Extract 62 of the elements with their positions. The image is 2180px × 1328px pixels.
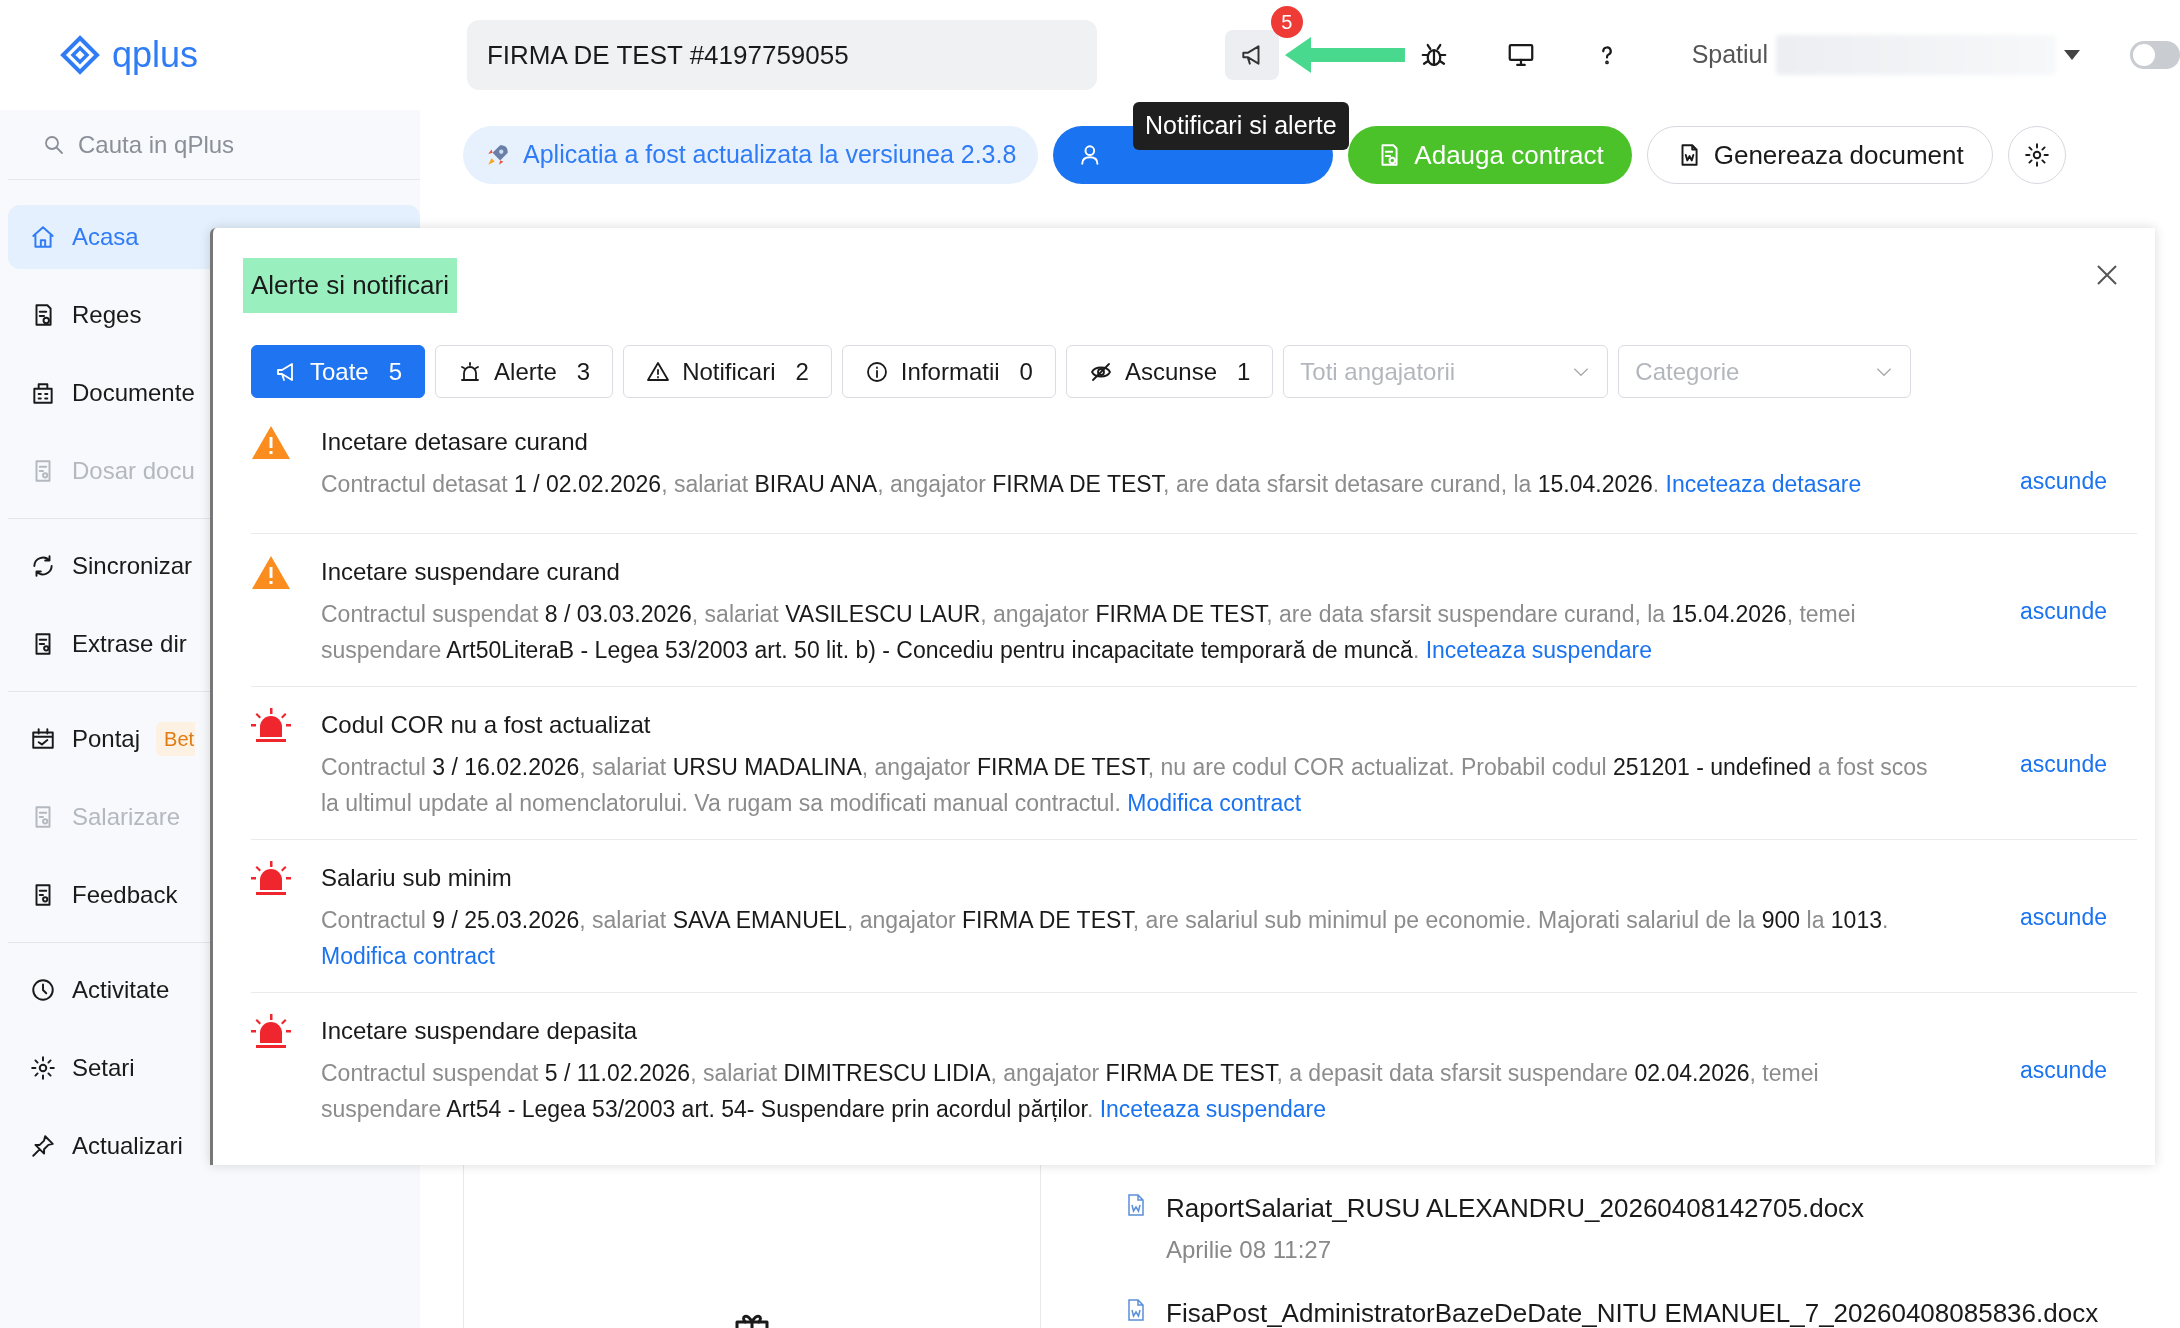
sidebar-item[interactable]: Extrase dir — [8, 612, 300, 676]
alert-title: Incetare detasare curand — [321, 427, 589, 457]
notification-badge: 5 — [1270, 6, 1303, 38]
rocket-icon — [485, 142, 511, 168]
workspace-label: Spatiul — [1691, 39, 1769, 71]
hide-link[interactable]: ascunde — [2020, 464, 2107, 499]
building-icon — [30, 380, 56, 406]
beta-badge: Bet — [156, 722, 196, 756]
siren-icon — [251, 1013, 291, 1049]
action-link[interactable]: Inceteaza detasare — [1665, 471, 1862, 497]
info-icon — [864, 359, 889, 384]
siren-icon — [251, 707, 291, 743]
alert-message: Contractul 9 / 25.03.2026, salariat SAVA EMANUEL, angajator FIRMA DE TEST, are salariul sub minimul pe economie. Majorati salariul de la 900 la 1013. Modifica contract — [321, 906, 1890, 971]
sidebar-item[interactable]: Pontaj Bet — [8, 707, 300, 771]
action-link[interactable]: Inceteaza suspendare — [1425, 637, 1652, 663]
clock-icon — [30, 977, 56, 1003]
sidebar-item[interactable]: Actualizari — [8, 1114, 300, 1178]
sidebar-item[interactable]: Sincronizar — [8, 534, 300, 598]
theme-toggle[interactable] — [2130, 41, 2180, 69]
sidebar-item[interactable]: Activitate — [8, 958, 300, 1022]
alert-title: Incetare suspendare curand — [321, 557, 621, 587]
hide-link[interactable]: ascunde — [2020, 594, 2107, 629]
sidebar-item[interactable]: Setari — [8, 1036, 300, 1100]
action-link[interactable]: Modifica contract — [321, 943, 495, 969]
company-selector[interactable]: FIRMA DE TEST #4197759055 — [466, 20, 1097, 90]
filter-tab[interactable]: Alerte 3 — [435, 345, 614, 398]
document-name[interactable]: RaportSalariat_RUSU ALEXANDRU_20260408142705.docx — [1166, 1189, 1865, 1228]
filter-tab[interactable]: Notificari 2 — [623, 345, 832, 398]
action-link[interactable]: Modifica contract — [1127, 790, 1302, 816]
alert-message: Contractul detasat 1 / 02.02.2026, salariat BIRAU ANA, angajator FIRMA DE TEST, are data sfarsit detasare curand, la 15.04.2026. Inceteaza detasare — [321, 470, 1863, 499]
warning-icon — [646, 359, 671, 384]
filter-tab[interactable]: Ascunse 1 — [1065, 345, 1274, 398]
tooltip: Notificari si alerte — [1133, 102, 1349, 150]
notifications-button[interactable] — [1224, 30, 1279, 80]
hide-link[interactable]: ascunde — [2020, 1053, 2107, 1088]
document-name[interactable]: FisaPost_AdministratorBazeDeDate_NITU EMANUEL_7_20260408085836.docx — [1166, 1294, 2099, 1328]
alert-title: Salariu sub minim — [321, 863, 513, 893]
modal-title: Alerte si notificari — [243, 258, 457, 313]
alert-title: Codul COR nu a fost actualizat — [321, 710, 652, 740]
hide-link[interactable]: ascunde — [2020, 900, 2107, 935]
pin-icon — [30, 1133, 56, 1159]
dropdown-caret-icon[interactable] — [2064, 50, 2080, 60]
logo-text: qplus — [112, 33, 199, 77]
logo-icon — [60, 35, 100, 75]
sync-icon — [30, 553, 56, 579]
alert-message: Contractul suspendat 8 / 03.03.2026, salariat VASILESCU LAUR, angajator FIRMA DE TEST, are data sfarsit suspendare curand, la 15.04.2026, temei suspendare Art50LiteraB - Legea 53/2003 art. 50 lit. b) - Concediu pentru incapacitate temporară de muncă. Inceteaza suspendare — [321, 600, 1857, 665]
warning-icon — [251, 554, 291, 590]
home-icon — [30, 224, 56, 250]
action-link[interactable]: Inceteaza suspendare — [1099, 1096, 1326, 1122]
sidebar-item[interactable]: Feedback — [8, 863, 300, 927]
calendar-check-icon — [30, 726, 56, 752]
filter-tab[interactable]: Informatii 0 — [841, 345, 1056, 398]
alert-message: Contractul suspendat 5 / 11.02.2026, salariat DIMITRESCU LIDIA, angajator FIRMA DE TEST, a depasit data sfarsit suspendare 02.04.2026, temei suspendare Art54 - Legea 53/2003 art. 54- Suspendare prin acordul părților. Inceteaza suspendare — [321, 1059, 1820, 1124]
document-date: Aprilie 08 11:27 — [1166, 1235, 1332, 1265]
siren-icon — [251, 860, 291, 896]
hide-link[interactable]: ascunde — [2020, 747, 2107, 782]
warning-icon — [251, 424, 291, 460]
alert-title: Incetare suspendare depasita — [321, 1016, 639, 1046]
update-banner: Aplicatia a fost actualizata la versiunea 2.3.8 — [463, 126, 1039, 184]
alert-message: Contractul 3 / 16.02.2026, salariat URSU MADALINA, angajator FIRMA DE TEST, nu are codul COR actualizat. Probabil codul 251201 - undefined a fost scos la ultimul update al nomenclatorului. Va rugam sa modificati manual contractul. Modifica contract — [321, 753, 1929, 818]
close-icon — [2095, 263, 2119, 287]
filter-tab[interactable]: Toate 5 — [251, 345, 426, 398]
